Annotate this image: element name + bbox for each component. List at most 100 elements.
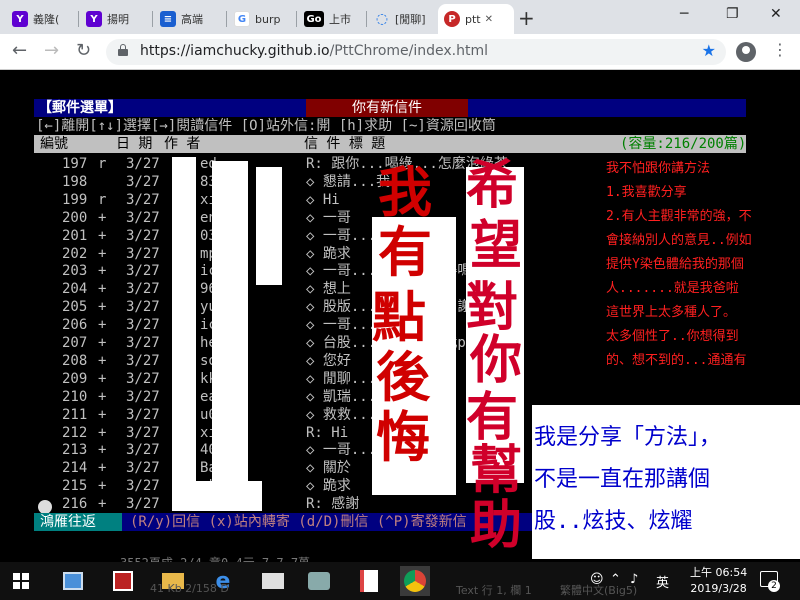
- tab-1[interactable]: Y 揚明: [80, 4, 150, 34]
- table-row[interactable]: 213 +3/27 40 ◇ 一哥...我也想: [0, 441, 620, 459]
- ptt-terminal[interactable]: 【郵件選單】 你有新信件 [←]離開[↑↓]選擇[→]閱讀信件 [O]站外信:開…: [0, 71, 800, 570]
- restore-icon[interactable]: ❐: [726, 6, 739, 22]
- taskbar-app-mail[interactable]: [258, 566, 288, 596]
- header-subject: 信 件 標 題: [304, 136, 386, 152]
- tab-4-label: 上市: [329, 13, 351, 26]
- table-row[interactable]: 207+3/27he◇ 台股...會跌現...我po: [0, 334, 620, 352]
- clock[interactable]: 上午 06:54 2019/3/28: [690, 565, 747, 597]
- taskbar-app-chrome[interactable]: [400, 566, 430, 596]
- mail-flag: +: [98, 245, 107, 262]
- header-author: 作 者: [164, 136, 201, 152]
- censor-bar: [212, 161, 248, 505]
- mail-num: 213: [62, 442, 88, 459]
- chrome-icon: [404, 570, 426, 592]
- mail-subject: ◇ Hi: [306, 191, 340, 208]
- mail-flag: r: [98, 156, 107, 172]
- tab-separator: [296, 11, 297, 27]
- table-row[interactable]: 212+3/27xi 85R: Hi: [0, 424, 620, 442]
- chevron-up-icon[interactable]: ⌃: [610, 572, 621, 587]
- taskbar-app-media[interactable]: [304, 566, 334, 596]
- menu-kebab-icon[interactable]: ⋮: [772, 40, 788, 59]
- red-note-line: 人.......就是我爸啦: [606, 281, 739, 296]
- mail-menu-title-bar: 【郵件選單】 你有新信件: [34, 99, 746, 117]
- mail-num: 203: [62, 263, 88, 280]
- mail-flag: +: [98, 388, 107, 405]
- tab-0[interactable]: Y 義隆(: [6, 4, 76, 34]
- mail-date: 3/27: [126, 352, 160, 369]
- mail-num: 198: [62, 173, 88, 190]
- tab-6-active[interactable]: P ptt ✕: [438, 4, 514, 34]
- mail-num: 208: [62, 352, 88, 369]
- table-row[interactable]: 204 +3/27 96 ◇ 想上: [0, 280, 620, 298]
- mail-icon: [262, 573, 284, 589]
- ime-indicator[interactable]: 英: [656, 572, 669, 591]
- mail-num: 206: [62, 317, 88, 334]
- ptt-favicon-icon: P: [444, 11, 460, 27]
- table-row[interactable]: 209 +3/27 kk ◇ 閒聊...一哥: [0, 370, 620, 388]
- mail-subject: ◇ 想上: [306, 281, 351, 298]
- tab-3[interactable]: G burp: [228, 4, 296, 34]
- new-tab-icon[interactable]: +: [518, 6, 535, 30]
- url-text: https://iamchucky.github.io/PttChrome/in…: [140, 43, 489, 59]
- red-note-line: 提供Y染色體給我的那個: [606, 257, 744, 272]
- start-button[interactable]: [6, 566, 36, 596]
- wish-char: 有: [466, 387, 519, 448]
- profile-avatar-icon[interactable]: [736, 42, 756, 62]
- table-row[interactable]: 197 r 3/27 ed R: 跟你...喝綠...怎麼泡綠茶: [0, 155, 620, 173]
- address-bar[interactable]: https://iamchucky.github.io/PttChrome/in…: [106, 39, 726, 65]
- mail-num: 199: [62, 191, 88, 208]
- person-icon[interactable]: ☺: [590, 572, 604, 587]
- mail-num: 204: [62, 281, 88, 298]
- table-row[interactable]: 202 +3/27 mp ◇ 跪求: [0, 245, 620, 263]
- mail-subject: R: 感謝: [306, 496, 360, 513]
- page-title: 【郵件選單】: [38, 100, 122, 116]
- tab-5[interactable]: ◌ [閒聊]: [368, 4, 436, 34]
- table-row[interactable]: 199 r 3/27 xi ◇ Hi: [0, 191, 620, 209]
- mail-date: 3/27: [126, 424, 160, 441]
- tab-separator: [366, 11, 367, 27]
- mail-flag: +: [98, 370, 107, 387]
- tab-separator: [152, 11, 153, 27]
- blue-note-line: 不是一直在那講個: [534, 467, 711, 492]
- tab-2[interactable]: ≡ 高端: [154, 4, 224, 34]
- close-window-icon[interactable]: ✕: [770, 6, 782, 22]
- regret-char: 點: [372, 285, 426, 349]
- clock-time: 上午 06:54: [690, 566, 748, 579]
- table-row[interactable]: 206 +3/27 ic ◇ 一哥...請指點: [0, 316, 620, 334]
- mail-num: 207: [62, 335, 88, 351]
- close-tab-icon[interactable]: ✕: [485, 14, 493, 25]
- table-row[interactable]: 205+3/27yu◇ 股版...求站...分，謝謝您: [0, 298, 620, 316]
- table-row[interactable]: 214+3/27Bao◇ 關於: [0, 459, 620, 477]
- table-row[interactable]: 203+3/27ic◇ 一哥...可以分...得嗎，謝謝: [0, 262, 620, 280]
- go-favicon-icon: Go: [304, 11, 324, 27]
- taskbar-ghost-text: Text 行 1, 欄 1: [456, 584, 532, 597]
- table-row[interactable]: 198 3/27 83 ◇ 懇請...我: [0, 173, 620, 191]
- table-row[interactable]: 215+3/27ak◇ 跪求: [0, 477, 620, 495]
- table-row[interactable]: 216+3/27LLR: 感謝: [0, 495, 620, 513]
- forward-icon[interactable]: →: [44, 40, 59, 61]
- back-icon[interactable]: ←: [12, 40, 27, 61]
- mail-date: 3/27: [126, 299, 160, 316]
- taskbar-app-capture[interactable]: [58, 566, 88, 596]
- header-num: 編號: [40, 136, 68, 152]
- footer-mode: 鴻雁往返: [34, 513, 122, 531]
- table-row[interactable]: 210+3/27ea 01◇ 凱瑞...跪求...信: [0, 388, 620, 406]
- mail-subject: ◇ 關於: [306, 460, 351, 477]
- mail-flag: +: [98, 281, 107, 298]
- table-row[interactable]: 201 +3/27 03 ◇ 一哥...您的指: [0, 227, 620, 245]
- table-row[interactable]: 208 +3/27 so ◇ 您好: [0, 352, 620, 370]
- volume-icon[interactable]: ♪: [630, 572, 638, 587]
- minimize-icon[interactable]: ─: [680, 6, 688, 22]
- google-favicon-icon: G: [234, 11, 250, 27]
- tab-3-label: burp: [255, 12, 281, 26]
- mail-date: 3/27: [126, 496, 160, 513]
- tab-4[interactable]: Go 上市: [298, 4, 366, 34]
- table-row[interactable]: 211 +3/27 u0 ◇ 救救...嗎: [0, 406, 620, 424]
- mail-date: 3/27: [126, 263, 160, 280]
- taskbar-app-notepad[interactable]: [354, 566, 384, 596]
- taskbar-app-recorder[interactable]: [108, 566, 138, 596]
- bookmark-star-icon[interactable]: ★: [702, 41, 716, 60]
- red-note-list: 我不怕跟你講方法 1.我喜歡分享 2.有人主觀非常的強，不 會接納別人的意見..例如提…: [606, 157, 796, 373]
- table-row[interactable]: 200 +3/27 en ◇ 一哥: [0, 209, 620, 227]
- reload-icon[interactable]: ↻: [76, 40, 91, 61]
